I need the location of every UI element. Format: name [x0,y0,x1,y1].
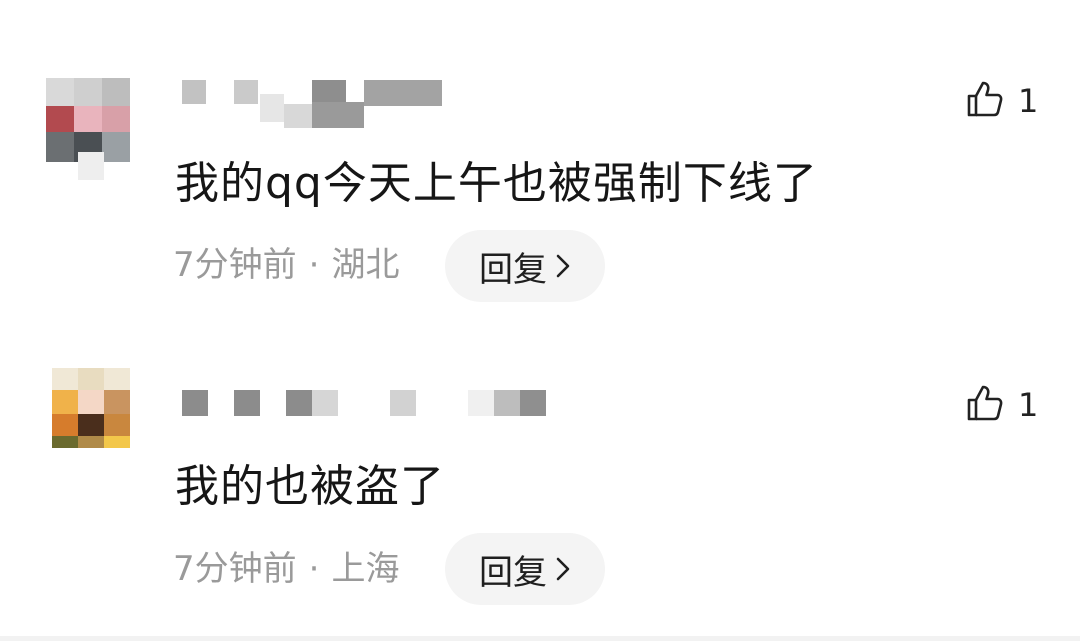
thumbs-up-icon [966,384,1004,426]
comment-time: 7分钟前 [173,245,297,285]
chevron-right-icon [555,556,571,582]
avatar-shadow [78,152,104,180]
divider [0,636,1080,641]
comment-meta: 7分钟前 · 上海 [173,552,399,586]
comment-location: 湖北 [331,245,400,285]
like-button[interactable]: 1 [966,80,1038,122]
comment-item: 我的qq今天上午也被强制下线了 7分钟前 · 湖北 回复 1 [0,0,1080,320]
username-obscured[interactable] [182,390,552,430]
username-obscured[interactable] [182,76,452,128]
reply-button[interactable]: 回复 [445,533,605,605]
comment-location: 上海 [331,549,400,589]
reply-label: 回复 [479,552,547,593]
chevron-right-icon [555,253,571,279]
comment-text: 我的qq今天上午也被强制下线了 [175,158,818,209]
comment-meta: 7分钟前 · 湖北 [173,248,399,282]
comment-time: 7分钟前 [173,549,297,589]
comment-item: 我的也被盗了 7分钟前 · 上海 回复 1 [0,320,1080,636]
reply-button[interactable]: 回复 [445,230,605,302]
reply-label: 回复 [479,249,547,290]
like-button[interactable]: 1 [966,384,1038,426]
like-count: 1 [1018,82,1039,120]
avatar[interactable] [46,78,130,162]
like-count: 1 [1018,386,1039,424]
meta-separator: · [308,549,320,589]
avatar[interactable] [52,368,130,448]
comment-text: 我的也被盗了 [175,461,445,512]
thumbs-up-icon [966,80,1004,122]
meta-separator: · [308,245,320,285]
